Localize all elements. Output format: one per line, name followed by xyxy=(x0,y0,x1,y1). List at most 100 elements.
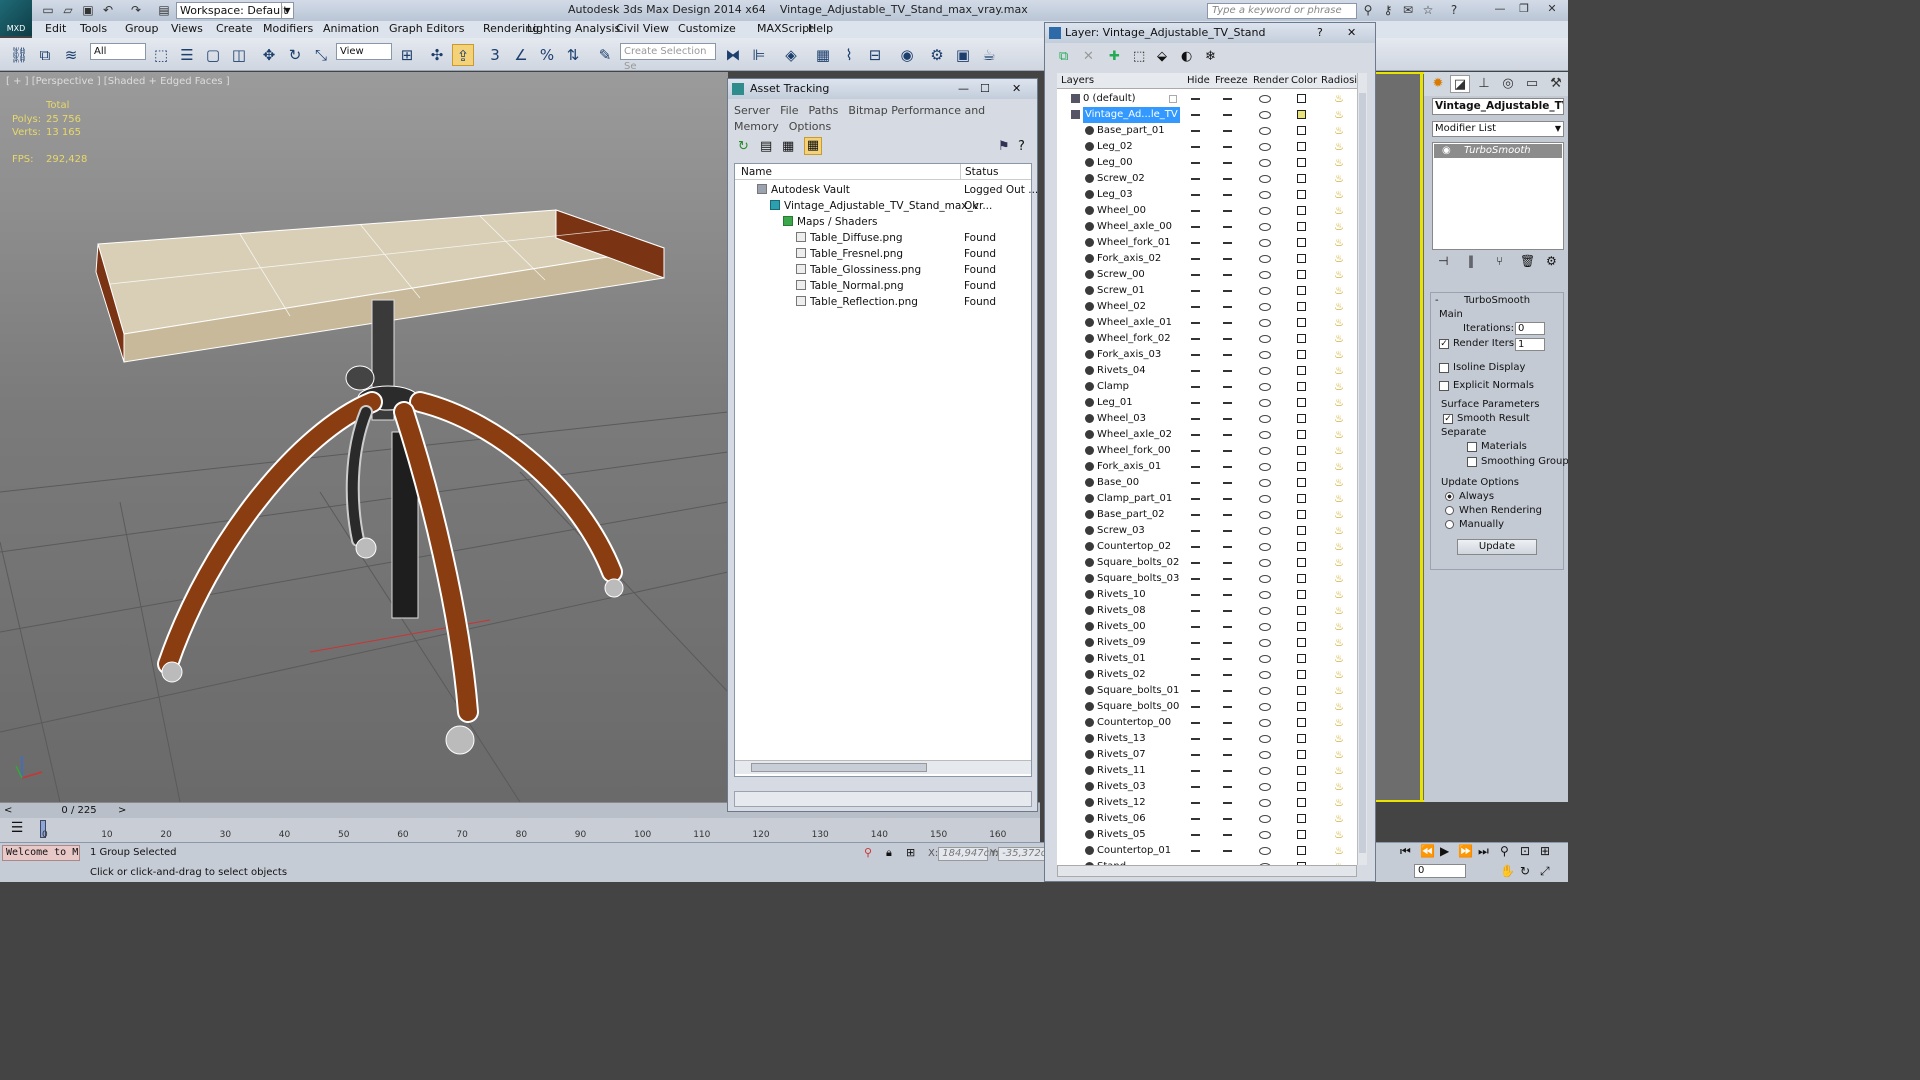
hide-toggle[interactable] xyxy=(1191,674,1200,676)
freeze-toggle[interactable] xyxy=(1223,466,1232,468)
freeze-toggle[interactable] xyxy=(1223,562,1232,564)
curve-editor-icon[interactable]: ⌇ xyxy=(838,44,860,66)
layer-name[interactable]: Rivets_07 xyxy=(1097,747,1146,763)
asset-menu-options[interactable]: Options xyxy=(789,120,831,133)
hide-toggle[interactable] xyxy=(1191,786,1200,788)
asset-menu-server[interactable]: Server xyxy=(734,104,770,117)
color-swatch[interactable] xyxy=(1297,782,1306,791)
layer-row[interactable]: Clamp ♨ xyxy=(1057,379,1357,395)
layer-row[interactable]: Rivets_09 ♨ xyxy=(1057,635,1357,651)
window-crossing-icon[interactable]: ◫ xyxy=(228,44,250,66)
selection-lock-icon[interactable]: 🔒︎ xyxy=(886,846,892,860)
menu-item-animation[interactable]: Animation xyxy=(323,22,379,35)
freeze-toggle[interactable] xyxy=(1223,258,1232,260)
freeze-toggle[interactable] xyxy=(1223,146,1232,148)
selection-filter-dropdown[interactable]: All xyxy=(90,43,146,60)
render-teapot-icon[interactable] xyxy=(1259,415,1271,423)
thumbnail-view-icon[interactable]: ▦ xyxy=(782,139,794,154)
hide-toggle[interactable] xyxy=(1191,802,1200,804)
help-icon[interactable]: ? xyxy=(1018,139,1025,154)
explicit-normals-checkbox[interactable] xyxy=(1439,381,1449,391)
schematic-view-icon[interactable]: ⊟ xyxy=(864,44,886,66)
color-swatch[interactable] xyxy=(1297,270,1306,279)
align-icon[interactable]: ⊫ xyxy=(748,44,770,66)
color-swatch[interactable] xyxy=(1297,286,1306,295)
color-swatch[interactable] xyxy=(1297,462,1306,471)
hide-toggle[interactable] xyxy=(1191,130,1200,132)
menu-item-lighting-analysis[interactable]: Lighting Analysis xyxy=(527,22,620,35)
layer-row[interactable]: Rivets_02 ♨ xyxy=(1057,667,1357,683)
hide-toggle[interactable] xyxy=(1191,194,1200,196)
radiosity-icon[interactable]: ♨ xyxy=(1333,396,1345,409)
render-teapot-icon[interactable] xyxy=(1259,703,1271,711)
freeze-toggle[interactable] xyxy=(1223,834,1232,836)
asset-menu-bitmap-performance-and-memory[interactable]: Bitmap Performance and Memory xyxy=(734,104,985,133)
time-slider-next-arrow[interactable]: > xyxy=(118,805,126,816)
layer-row[interactable]: Square_bolts_02 ♨ xyxy=(1057,555,1357,571)
layer-name[interactable]: Square_bolts_00 xyxy=(1097,699,1179,715)
radiosity-icon[interactable]: ♨ xyxy=(1333,636,1345,649)
freeze-toggle[interactable] xyxy=(1223,434,1232,436)
color-swatch[interactable] xyxy=(1297,430,1306,439)
freeze-unfreeze-all-icon[interactable]: ❄ xyxy=(1205,49,1216,64)
layer-row[interactable]: Leg_00 ♨ xyxy=(1057,155,1357,171)
hide-toggle[interactable] xyxy=(1191,258,1200,260)
hide-toggle[interactable] xyxy=(1191,578,1200,580)
freeze-toggle[interactable] xyxy=(1223,178,1232,180)
freeze-toggle[interactable] xyxy=(1223,514,1232,516)
pin-stack-icon[interactable]: ⊣ xyxy=(1438,254,1448,268)
layer-row[interactable]: Square_bolts_01 ♨ xyxy=(1057,683,1357,699)
color-swatch[interactable] xyxy=(1297,606,1306,615)
render-teapot-icon[interactable] xyxy=(1259,783,1271,791)
hide-toggle[interactable] xyxy=(1191,162,1200,164)
bulb-icon[interactable]: ◉ xyxy=(1442,144,1451,158)
radiosity-icon[interactable]: ♨ xyxy=(1333,332,1345,345)
object-name-field[interactable]: Vintage_Adjustable_TV_S xyxy=(1432,98,1564,115)
color-swatch[interactable] xyxy=(1297,174,1306,183)
layer-name[interactable]: Square_bolts_02 xyxy=(1097,555,1179,571)
hide-toggle[interactable] xyxy=(1191,546,1200,548)
layer-name[interactable]: Rivets_11 xyxy=(1097,763,1146,779)
render-teapot-icon[interactable] xyxy=(1259,207,1271,215)
freeze-toggle[interactable] xyxy=(1223,594,1232,596)
render-teapot-icon[interactable] xyxy=(1259,671,1271,679)
layer-manager-titlebar[interactable]: Layer: Vintage_Adjustable_TV_Stand ? ✕ xyxy=(1045,23,1375,43)
layer-row[interactable]: Rivets_11 ♨ xyxy=(1057,763,1357,779)
render-teapot-icon[interactable] xyxy=(1259,495,1271,503)
render-teapot-icon[interactable] xyxy=(1259,687,1271,695)
go-to-start-icon[interactable]: ⏮ xyxy=(1400,844,1411,859)
color-swatch[interactable] xyxy=(1297,638,1306,647)
layer-name[interactable]: Leg_01 xyxy=(1097,395,1133,411)
y-coordinate[interactable]: Y: -35,372c xyxy=(990,847,1049,861)
track-bar[interactable]: ☰ 0 10 20 30 40 50 60 70 80 90 100 110 120 130 140 150 1… xyxy=(0,818,1040,842)
menu-item-help[interactable]: Help xyxy=(808,22,833,35)
render-teapot-icon[interactable] xyxy=(1259,159,1271,167)
bind-space-warp-icon[interactable]: ≋ xyxy=(60,44,82,66)
hide-toggle[interactable] xyxy=(1191,226,1200,228)
hide-toggle[interactable] xyxy=(1191,210,1200,212)
render-teapot-icon[interactable] xyxy=(1259,431,1271,439)
color-swatch[interactable] xyxy=(1297,814,1306,823)
edit-named-selection-icon[interactable]: ✎ xyxy=(594,44,616,66)
close-button[interactable]: ✕ xyxy=(1540,1,1564,17)
freeze-toggle[interactable] xyxy=(1223,402,1232,404)
refresh-icon[interactable]: ↻ xyxy=(738,139,749,154)
radiosity-icon[interactable]: ♨ xyxy=(1333,620,1345,633)
layer-name[interactable]: Base_part_02 xyxy=(1097,507,1165,523)
layer-row[interactable]: Base_part_02 ♨ xyxy=(1057,507,1357,523)
render-teapot-icon[interactable] xyxy=(1259,319,1271,327)
asset-row[interactable]: Table_Fresnel.png Found xyxy=(735,246,1031,262)
radiosity-icon[interactable]: ♨ xyxy=(1333,204,1345,217)
layer-row[interactable]: Screw_00 ♨ xyxy=(1057,267,1357,283)
when-rendering-radio[interactable] xyxy=(1445,506,1454,515)
layer-name[interactable]: Wheel_02 xyxy=(1097,299,1146,315)
color-swatch[interactable] xyxy=(1297,798,1306,807)
rollout-title[interactable]: TurboSmooth xyxy=(1431,295,1563,306)
material-editor-icon[interactable]: ◉ xyxy=(896,44,918,66)
layer-name[interactable]: Wheel_axle_02 xyxy=(1097,427,1172,443)
render-teapot-icon[interactable] xyxy=(1259,831,1271,839)
radiosity-icon[interactable]: ♨ xyxy=(1333,460,1345,473)
render-teapot-icon[interactable] xyxy=(1259,655,1271,663)
rendered-frame-window-icon[interactable]: ▣ xyxy=(952,44,974,66)
layer-name[interactable]: Vintage_Ad...le_TV xyxy=(1083,107,1180,123)
